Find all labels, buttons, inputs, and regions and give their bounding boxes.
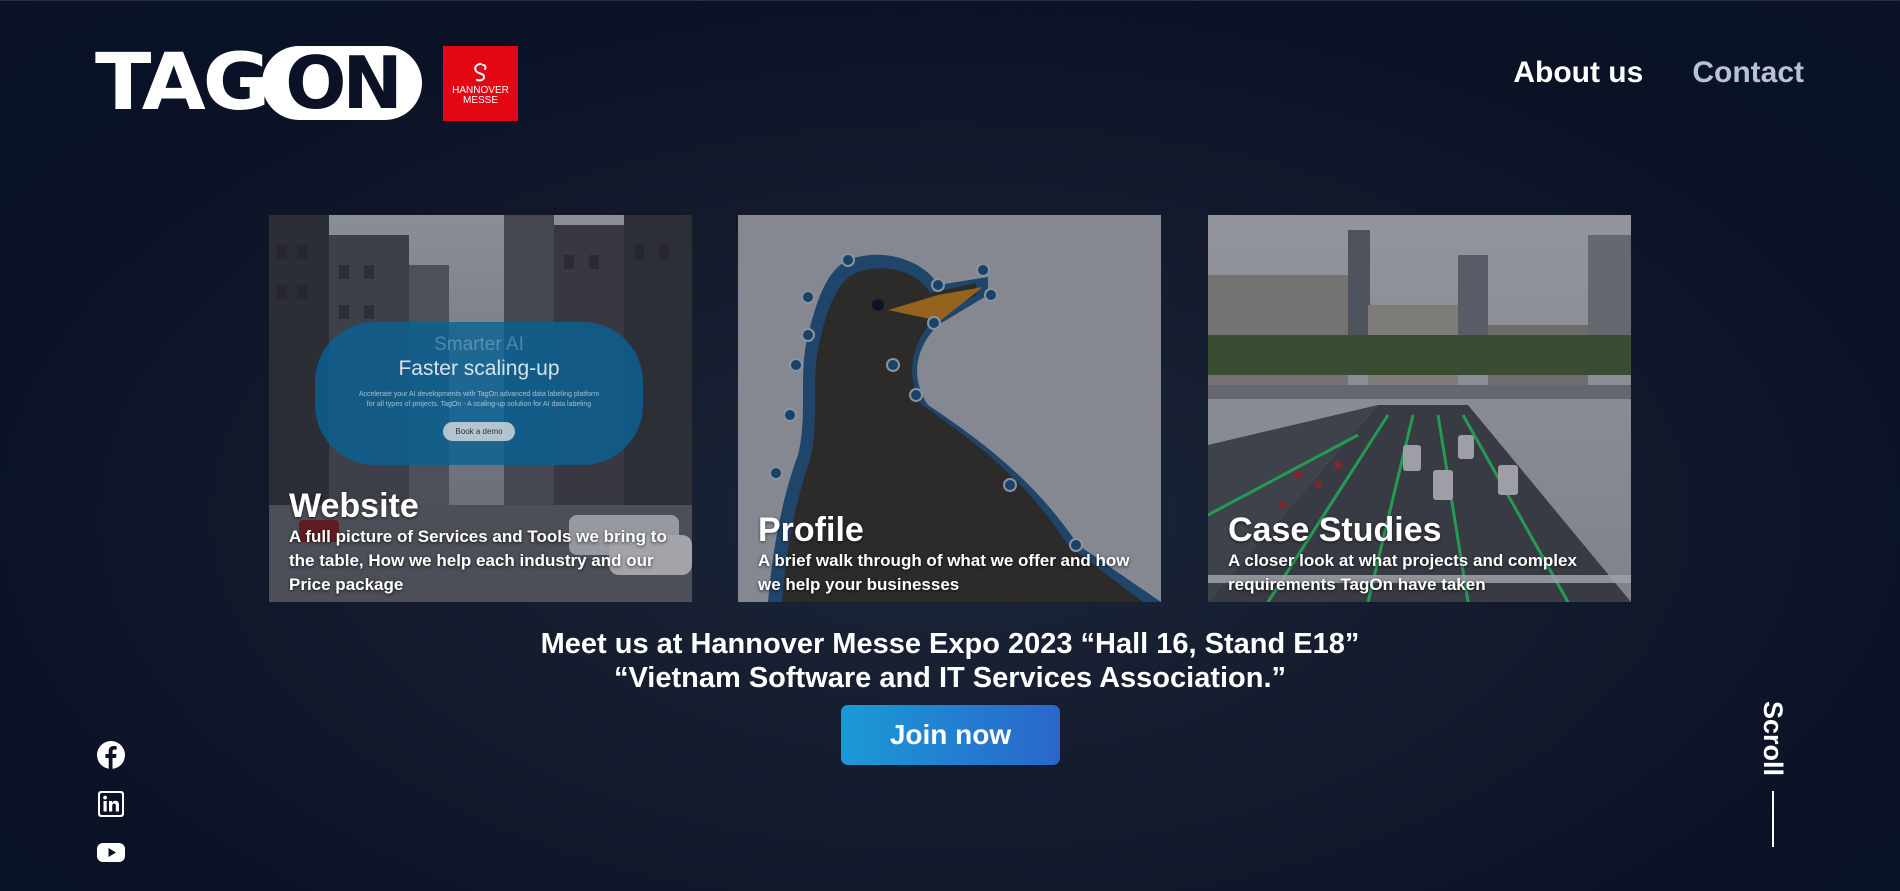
card-title: Case Studies xyxy=(1228,511,1442,549)
cards-section: Smarter AI Faster scaling-up Accelerate … xyxy=(269,215,1631,602)
card-title: Profile xyxy=(758,511,864,549)
site-header: TAG ON HANNOVER MESSE About us Contact xyxy=(0,0,1900,150)
card-description: A full picture of Services and Tools we … xyxy=(289,527,667,594)
card-case-studies[interactable]: Case Studies A closer look at what proje… xyxy=(1208,215,1631,602)
scroll-indicator[interactable]: Scroll xyxy=(1757,693,1789,853)
expo-message: Meet us at Hannover Messe Expo 2023 “Hal… xyxy=(0,627,1900,695)
mock-body: Accelerate your AI developments with Tag… xyxy=(358,391,600,408)
website-preview-mock: Smarter AI Faster scaling-up Accelerate … xyxy=(315,322,643,465)
youtube-icon[interactable] xyxy=(96,837,126,867)
card-text: Profile A brief walk through of what we … xyxy=(758,511,1147,597)
hannover-messe-mark-icon xyxy=(473,62,486,81)
card-description: A closer look at what projects and compl… xyxy=(1228,551,1577,594)
mock-heading: Faster scaling-up xyxy=(398,357,560,380)
card-text: Case Studies A closer look at what proje… xyxy=(1228,511,1617,597)
expo-line-1: Meet us at Hannover Messe Expo 2023 “Hal… xyxy=(540,628,1360,660)
join-now-button[interactable]: Join now xyxy=(841,705,1060,765)
badge-line-1: HANNOVER xyxy=(452,84,509,96)
mock-heading-faded: Smarter AI xyxy=(434,334,524,355)
tagon-logo[interactable]: TAG ON xyxy=(95,44,422,122)
nav-about-us[interactable]: About us xyxy=(1513,56,1643,90)
hannover-messe-badge[interactable]: HANNOVER MESSE xyxy=(443,46,518,121)
scroll-label: Scroll xyxy=(1758,700,1789,776)
scroll-label-wrap: Scroll xyxy=(1757,693,1789,783)
badge-line-2: MESSE xyxy=(462,94,498,106)
card-profile[interactable]: Profile A brief walk through of what we … xyxy=(738,215,1161,602)
expo-line-2: “Vietnam Software and IT Services Associ… xyxy=(613,662,1287,694)
card-description: A brief walk through of what we offer an… xyxy=(758,551,1130,594)
facebook-icon[interactable] xyxy=(96,740,126,770)
logo-on-pill: ON xyxy=(262,46,422,120)
mock-demo-button: Book a demo xyxy=(443,422,515,441)
logo-on-text: ON xyxy=(285,41,402,125)
main-nav: About us Contact xyxy=(1513,56,1804,90)
card-website[interactable]: Smarter AI Faster scaling-up Accelerate … xyxy=(269,215,692,602)
logo-text: TAG xyxy=(95,38,270,128)
card-text: Website A full picture of Services and T… xyxy=(289,487,678,597)
nav-contact[interactable]: Contact xyxy=(1692,56,1804,90)
linkedin-icon[interactable] xyxy=(96,789,126,819)
card-title: Website xyxy=(289,487,419,525)
scroll-line xyxy=(1772,791,1774,847)
